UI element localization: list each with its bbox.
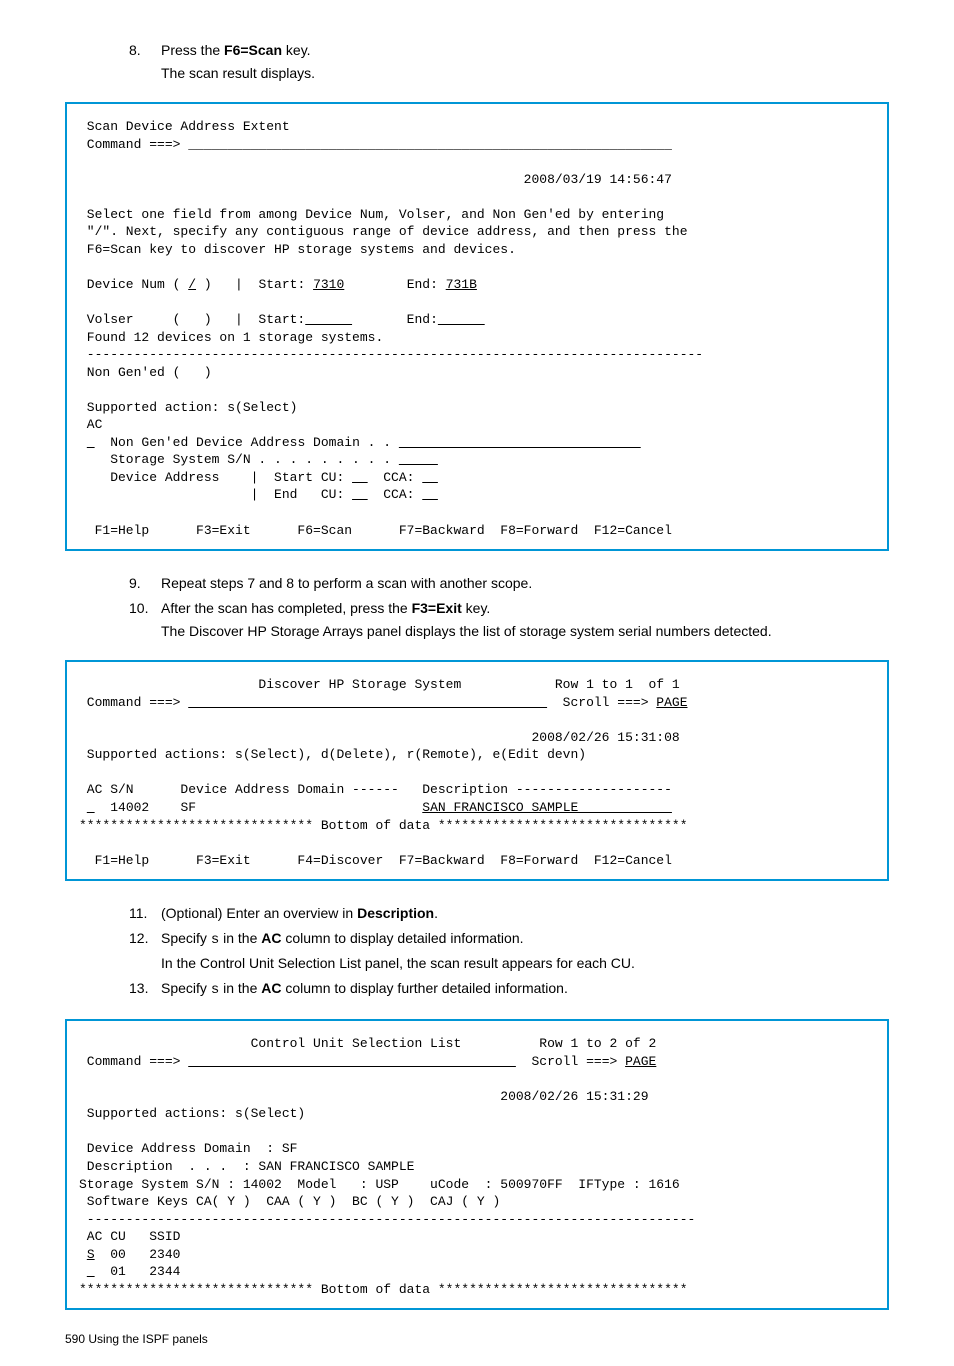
step-text: Specify s in the AC column to display de…: [161, 930, 524, 946]
steps-group-b: 9. Repeat steps 7 and 8 to perform a scan…: [65, 573, 889, 642]
step-text: (Optional) Enter an overview in Descript…: [161, 905, 438, 921]
step-subtext: In the Control Unit Selection List panel…: [161, 953, 889, 974]
instruction-step: 11.(Optional) Enter an overview in Descr…: [161, 903, 889, 924]
instruction-step: 10.After the scan has completed, press t…: [161, 598, 889, 642]
step-subtext: The scan result displays.: [161, 63, 889, 84]
instruction-step: 8.Press the F6=Scan key.The scan result …: [161, 40, 889, 84]
instruction-step: 12.Specify s in the AC column to display…: [161, 928, 889, 974]
step-number: 10.: [129, 598, 148, 619]
terminal-discover-storage: Discover HP Storage System Row 1 to 1 of…: [65, 660, 889, 881]
terminal-scan-device-address: Scan Device Address Extent Command ===> …: [65, 102, 889, 551]
step-text: After the scan has completed, press the …: [161, 600, 490, 616]
step-text: Press the F6=Scan key.: [161, 42, 311, 58]
terminal-control-unit-selection: Control Unit Selection List Row 1 to 2 o…: [65, 1019, 889, 1310]
step-number: 9.: [129, 573, 141, 594]
step-subtext: The Discover HP Storage Arrays panel dis…: [161, 621, 889, 642]
step-number: 11.: [129, 903, 147, 924]
page-footer: 590 Using the ISPF panels: [65, 1332, 889, 1346]
step-number: 13.: [129, 978, 148, 999]
step-number: 8.: [129, 40, 141, 61]
steps-group-c: 11. (Optional) Enter an overview in Descr…: [65, 903, 889, 1001]
instruction-step: 13.Specify s in the AC column to display…: [161, 978, 889, 1001]
step-text: Repeat steps 7 and 8 to perform a scan w…: [161, 575, 532, 591]
step-text: Specify s in the AC column to display fu…: [161, 980, 568, 996]
steps-group-a: 8. Press the F6=Scan key. The scan result …: [65, 40, 889, 84]
step-number: 12.: [129, 928, 148, 949]
instruction-step: 9.Repeat steps 7 and 8 to perform a scan…: [161, 573, 889, 594]
